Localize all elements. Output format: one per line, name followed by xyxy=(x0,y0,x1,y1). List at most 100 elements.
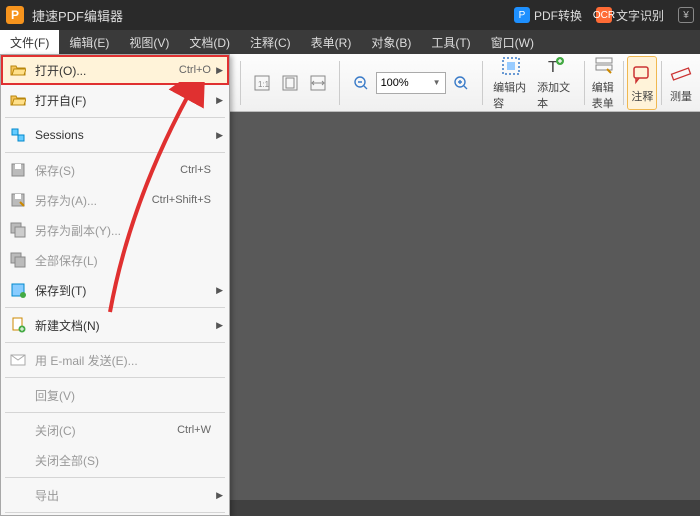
annotate-icon xyxy=(630,62,654,86)
menu-item-label: 打开(O)... xyxy=(35,62,171,79)
new-doc-icon xyxy=(9,316,27,334)
menu-separator xyxy=(5,307,225,308)
save-as-icon xyxy=(9,191,27,209)
menu-item-label: 打开自(F) xyxy=(35,92,221,109)
menu-item-13: 用 E-mail 发送(E)... xyxy=(1,345,229,375)
ocr-link[interactable]: OCR 文字识别 xyxy=(596,7,664,24)
zoom-input[interactable]: 100%▼ xyxy=(376,72,446,94)
menu-separator xyxy=(5,412,225,413)
folder-open-icon xyxy=(9,61,27,79)
menu-item-label: 另存为副本(Y)... xyxy=(35,222,221,239)
menu-item-0[interactable]: 打开(O)... Ctrl+O ▶ xyxy=(1,55,229,85)
menu-item-label: 导出 xyxy=(35,487,221,504)
submenu-arrow-icon: ▶ xyxy=(216,95,223,106)
save-all-icon xyxy=(9,251,27,269)
app-title: 捷速PDF编辑器 xyxy=(32,6,514,25)
menu-separator xyxy=(5,477,225,478)
menu-item-6: 另存为(A)... Ctrl+Shift+S xyxy=(1,185,229,215)
menu-item-9[interactable]: 保存到(T)▶ xyxy=(1,275,229,305)
menu-object[interactable]: 对象(B) xyxy=(361,30,421,54)
menu-item-label: 新建文档(N) xyxy=(35,317,221,334)
menu-separator xyxy=(5,342,225,343)
edit-content-label: 编辑内容 xyxy=(493,79,529,111)
menu-item-label: 全部保存(L) xyxy=(35,252,221,269)
measure-label: 测量 xyxy=(670,88,692,104)
add-text-icon: T xyxy=(543,55,567,77)
edit-content-button[interactable]: 编辑内容 xyxy=(490,56,532,110)
submenu-arrow-icon: ▶ xyxy=(216,285,223,296)
submenu-arrow-icon: ▶ xyxy=(216,65,223,76)
menu-item-20: 导出▶ xyxy=(1,480,229,510)
edit-form-icon xyxy=(592,55,616,77)
fit-page[interactable] xyxy=(277,70,303,96)
menu-item-label: 保存到(T) xyxy=(35,282,221,299)
titlebar: P 捷速PDF编辑器 P PDF转换 OCR 文字识别 ¥ xyxy=(0,0,700,30)
annotate-label: 注释 xyxy=(631,88,653,104)
measure-button[interactable]: 测量 xyxy=(666,56,696,110)
zoom-value: 100% xyxy=(381,77,409,89)
pdf-icon: P xyxy=(514,7,530,23)
submenu-arrow-icon: ▶ xyxy=(216,130,223,141)
add-text-button[interactable]: T 添加文本 xyxy=(534,56,576,110)
menu-document[interactable]: 文档(D) xyxy=(179,30,240,54)
menu-item-5: 保存(S)Ctrl+S xyxy=(1,155,229,185)
ocr-icon: OCR xyxy=(596,7,612,23)
menu-window[interactable]: 窗口(W) xyxy=(481,30,544,54)
menu-separator xyxy=(5,512,225,513)
blank-icon xyxy=(9,486,27,504)
menubar: 文件(F) 编辑(E) 视图(V) 文档(D) 注释(C) 表单(R) 对象(B… xyxy=(0,30,700,54)
actual-size[interactable]: 1:1 xyxy=(249,70,275,96)
menu-form[interactable]: 表单(R) xyxy=(301,30,362,54)
menu-shortcut: Ctrl+Shift+S xyxy=(152,194,211,206)
purchase-link[interactable]: ¥ xyxy=(678,7,694,23)
menu-comment[interactable]: 注释(C) xyxy=(240,30,301,54)
menu-view[interactable]: 视图(V) xyxy=(119,30,179,54)
blank-icon xyxy=(9,421,27,439)
blank-icon xyxy=(9,451,27,469)
menu-edit[interactable]: 编辑(E) xyxy=(59,30,119,54)
menu-item-18: 关闭全部(S) xyxy=(1,445,229,475)
menu-shortcut: Ctrl+O xyxy=(179,64,211,76)
save-to-icon xyxy=(9,281,27,299)
folder-open-icon xyxy=(9,91,27,109)
save-copy-icon xyxy=(9,221,27,239)
app-logo: P xyxy=(6,6,24,24)
menu-shortcut: Ctrl+S xyxy=(180,164,211,176)
menu-separator xyxy=(5,117,225,118)
edit-form-label: 编辑表单 xyxy=(592,79,616,111)
menu-item-label: 用 E-mail 发送(E)... xyxy=(35,352,221,369)
menu-file[interactable]: 文件(F) xyxy=(0,30,59,54)
menu-item-label: 回复(V) xyxy=(35,387,221,404)
menu-item-label: 另存为(A)... xyxy=(35,192,144,209)
menu-item-7: 另存为副本(Y)... xyxy=(1,215,229,245)
submenu-arrow-icon: ▶ xyxy=(216,490,223,501)
email-icon xyxy=(9,351,27,369)
ocr-label: 文字识别 xyxy=(616,7,664,24)
edit-form-button[interactable]: 编辑表单 xyxy=(589,56,619,110)
menu-item-15: 回复(V) xyxy=(1,380,229,410)
menu-item-8: 全部保存(L) xyxy=(1,245,229,275)
pdf-convert-link[interactable]: P PDF转换 xyxy=(514,7,582,24)
menu-item-1[interactable]: 打开自(F)▶ xyxy=(1,85,229,115)
menu-item-label: 关闭(C) xyxy=(35,422,169,439)
menu-item-label: 关闭全部(S) xyxy=(35,452,221,469)
blank-icon xyxy=(9,386,27,404)
fit-width[interactable] xyxy=(305,70,331,96)
svg-text:1:1: 1:1 xyxy=(258,80,270,89)
menu-separator xyxy=(5,152,225,153)
edit-content-icon xyxy=(499,55,523,77)
menu-separator xyxy=(5,377,225,378)
menu-tools[interactable]: 工具(T) xyxy=(421,30,480,54)
annotate-button[interactable]: 注释 xyxy=(627,56,657,110)
menu-item-17: 关闭(C) Ctrl+W xyxy=(1,415,229,445)
yuan-icon: ¥ xyxy=(678,7,694,23)
submenu-arrow-icon: ▶ xyxy=(216,320,223,331)
menu-item-11[interactable]: 新建文档(N)▶ xyxy=(1,310,229,340)
zoom-out[interactable] xyxy=(348,70,374,96)
pdf-convert-label: PDF转换 xyxy=(534,7,582,24)
sessions-icon xyxy=(9,126,27,144)
menu-shortcut: Ctrl+W xyxy=(177,424,211,436)
zoom-in[interactable] xyxy=(448,70,474,96)
menu-item-3[interactable]: Sessions▶ xyxy=(1,120,229,150)
file-menu-dropdown: 打开(O)...Ctrl+O▶打开自(F)▶Sessions▶保存(S)Ctrl… xyxy=(0,54,230,516)
